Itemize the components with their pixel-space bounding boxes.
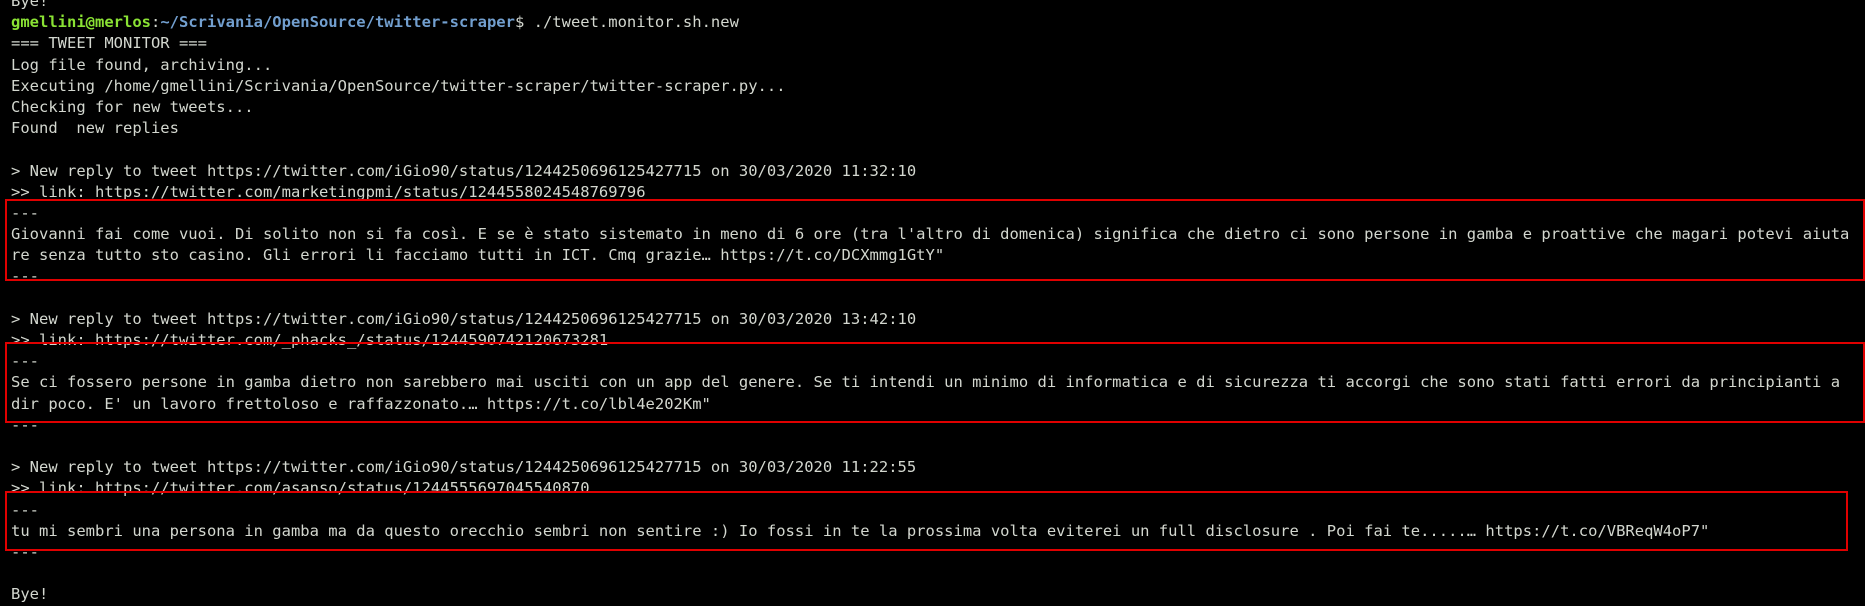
prompt-separator: : bbox=[150, 13, 161, 32]
shell-prompt-line: gmellini@merlos:~/Scrivania/OpenSource/t… bbox=[11, 12, 1865, 33]
reply-header: > New reply to tweet https://twitter.com… bbox=[11, 161, 917, 180]
prompt-path: ~/Scrivania/OpenSource/twitter-scraper bbox=[160, 13, 515, 32]
prompt-symbol: $ bbox=[514, 13, 525, 32]
monitor-title-line: === TWEET MONITOR === bbox=[11, 34, 207, 53]
log-status-line: Log file found, archiving... bbox=[11, 55, 273, 74]
prompt-command: ./tweet.monitor.sh.new bbox=[524, 13, 739, 32]
previous-output-line: Bye! bbox=[11, 0, 49, 10]
exit-message: Bye! bbox=[11, 585, 49, 604]
executing-line: Executing /home/gmellini/Scrivania/OpenS… bbox=[11, 76, 786, 95]
found-replies-line: Found new replies bbox=[11, 119, 179, 138]
highlight-box-reply-2 bbox=[5, 342, 1865, 423]
reply-header: > New reply to tweet https://twitter.com… bbox=[11, 309, 917, 328]
highlight-box-reply-3 bbox=[5, 491, 1848, 551]
checking-line: Checking for new tweets... bbox=[11, 97, 254, 116]
highlight-box-reply-1 bbox=[5, 199, 1865, 281]
prompt-user-host: gmellini@merlos bbox=[11, 13, 151, 32]
reply-header: > New reply to tweet https://twitter.com… bbox=[11, 458, 917, 477]
